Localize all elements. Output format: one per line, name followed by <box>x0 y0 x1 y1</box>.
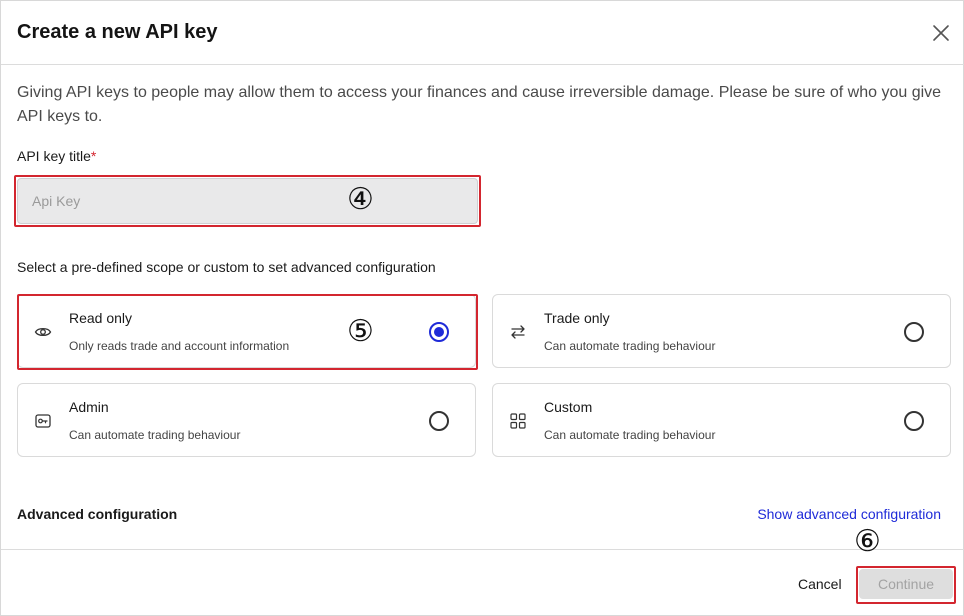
dialog-title: Create a new API key <box>17 21 218 43</box>
eye-icon <box>34 323 52 341</box>
scope-card-title: Trade only <box>544 310 610 326</box>
scope-card-title: Custom <box>544 399 593 415</box>
swap-arrows-icon <box>509 323 527 341</box>
scope-radio-trade-only[interactable] <box>904 322 924 342</box>
key-icon <box>34 412 52 430</box>
api-key-title-label-text: API key title <box>17 148 91 164</box>
warning-text: Giving API keys to people may allow them… <box>17 84 942 125</box>
annotation-marker-4: ④ <box>347 182 374 217</box>
annotation-marker-6: ⑥ <box>854 524 881 559</box>
scope-card-title: Admin <box>69 399 109 415</box>
dialog-header: Create a new API key <box>1 1 964 65</box>
scope-card-description: Only reads trade and account information <box>69 339 290 353</box>
scope-card-custom[interactable]: Custom Can automate trading behaviour <box>492 383 951 457</box>
scope-card-title: Read only <box>69 310 133 326</box>
cancel-button[interactable]: Cancel <box>798 576 842 592</box>
scope-card-description: Can automate trading behaviour <box>544 339 716 353</box>
close-icon <box>933 25 949 41</box>
scope-card-description: Can automate trading behaviour <box>69 428 241 442</box>
scope-card-admin[interactable]: Admin Can automate trading behaviour <box>17 383 476 457</box>
scope-prompt: Select a pre-defined scope or custom to … <box>17 259 436 275</box>
annotation-marker-5: ⑤ <box>347 314 374 349</box>
scope-radio-admin[interactable] <box>429 411 449 431</box>
scope-card-read-only[interactable]: Read only Only reads trade and account i… <box>17 294 476 368</box>
api-key-title-label: API key title* <box>17 148 96 164</box>
grid-icon <box>509 412 527 430</box>
create-api-key-dialog: Create a new API key Giving API keys to … <box>0 0 964 616</box>
required-mark: * <box>90 148 97 164</box>
scope-radio-custom[interactable] <box>904 411 924 431</box>
scope-card-description: Can automate trading behaviour <box>544 428 716 442</box>
show-advanced-configuration-link[interactable]: Show advanced configuration <box>757 506 941 522</box>
advanced-configuration-label: Advanced configuration <box>17 506 178 522</box>
scope-card-trade-only[interactable]: Trade only Can automate trading behaviou… <box>492 294 951 368</box>
continue-button[interactable]: Continue <box>859 569 953 599</box>
close-button[interactable] <box>929 21 953 45</box>
api-key-title-input[interactable] <box>17 178 478 224</box>
scope-radio-read-only[interactable] <box>429 322 449 342</box>
